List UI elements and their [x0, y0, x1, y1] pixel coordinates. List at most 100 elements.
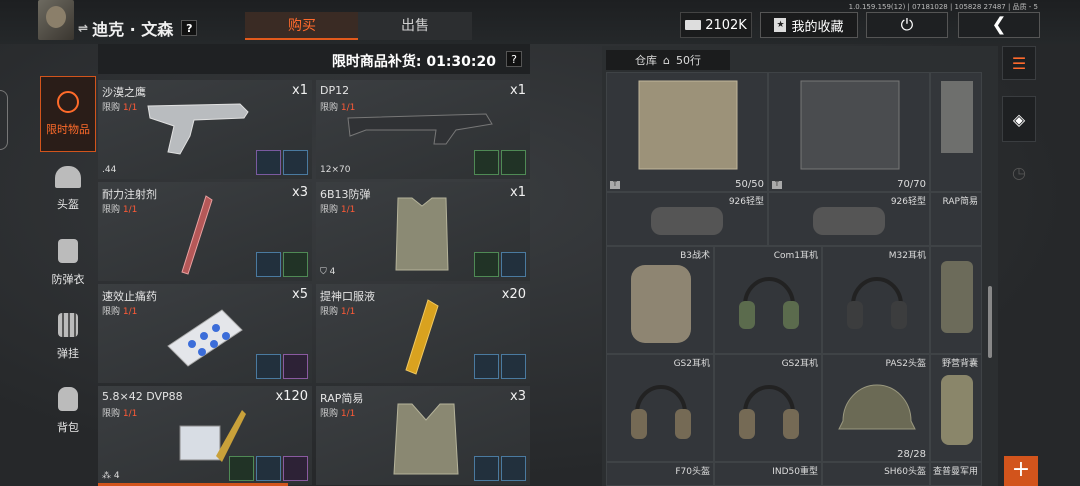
material-slot[interactable] [501, 252, 526, 277]
material-slot[interactable] [501, 150, 526, 175]
item-quantity: x120 [275, 389, 308, 404]
material-slot[interactable] [229, 456, 254, 481]
favorites-button[interactable]: ★ 我的收藏 [760, 12, 858, 38]
limit-value: 1/1 [340, 205, 356, 215]
stash-cell[interactable]: M32耳机 [822, 246, 930, 354]
layers-button[interactable]: ◈ [1002, 96, 1036, 142]
shop-item-card[interactable]: 耐力注射剂 限购 1/1 x3 [98, 182, 312, 281]
purchase-limit: 限购 1/1 [320, 202, 355, 215]
shotgun-icon [347, 113, 493, 145]
cell-label: PAS2头盔 [885, 359, 926, 369]
cell-count: 70/70 [897, 179, 926, 190]
material-slot[interactable] [474, 150, 499, 175]
material-slot[interactable] [474, 456, 499, 481]
shop-item-card[interactable]: 5.8×42 DVP88 限购 1/1 x120 ⁂ 4 [98, 386, 312, 485]
limit-prefix: 限购 [320, 307, 339, 317]
sidebar-item-vest[interactable]: 防弹衣 [40, 226, 96, 300]
item-quantity: x3 [510, 389, 526, 404]
purchase-limit: 限购 1/1 [102, 406, 137, 419]
item-quantity: x1 [510, 185, 526, 200]
tab-buy[interactable]: 购买 [245, 12, 359, 40]
shop-item-card[interactable]: RAP简易 限购 1/1 x3 [316, 386, 530, 485]
limit-value: 1/1 [340, 409, 356, 419]
player-name-text: 迪克 · 文森 [92, 20, 174, 39]
item-caliber: .44 [102, 165, 117, 175]
cell-label: SH60头盔 [884, 467, 926, 477]
cell-label: Com1耳机 [773, 251, 818, 261]
material-slots [474, 252, 526, 277]
stash-cell[interactable] [930, 246, 982, 354]
material-slot[interactable] [256, 252, 281, 277]
material-slot[interactable] [474, 354, 499, 379]
stash-cell[interactable]: GS2耳机 [714, 354, 822, 462]
stash-cell[interactable] [930, 72, 982, 192]
stash-cell[interactable]: IND50重型 [714, 462, 822, 486]
stash-cell[interactable]: 926轻型 [606, 192, 768, 246]
rig-item-icon [941, 81, 973, 153]
material-slot[interactable] [256, 150, 281, 175]
shop-item-card[interactable]: 沙漠之鹰 限购 1/1 x1 .44 [98, 80, 312, 179]
limit-value: 1/1 [122, 307, 138, 317]
stash-cell[interactable]: 926轻型 [768, 192, 930, 246]
side-handle[interactable] [0, 90, 8, 150]
helmet-icon [55, 166, 81, 188]
pistol-icon [147, 103, 249, 155]
power-button[interactable]: ⏻ [866, 12, 948, 38]
cell-label: F70头盔 [675, 467, 710, 477]
sidebar-item-rig[interactable]: 弹挂 [40, 300, 96, 374]
stash-cell[interactable]: SH60头盔 [822, 462, 930, 486]
stash-cell[interactable]: T 50/50 [606, 72, 768, 192]
stash-cell[interactable]: F70头盔 [606, 462, 714, 486]
add-button[interactable]: + [1004, 456, 1038, 486]
shop-item-card[interactable]: 速效止痛药 限购 1/1 x5 [98, 284, 312, 383]
sidebar-item-label: 防弹衣 [51, 273, 85, 286]
help-icon[interactable]: ? [181, 20, 198, 36]
material-slot[interactable] [501, 354, 526, 379]
material-slots [474, 150, 526, 175]
sidebar-item-label: 弹挂 [57, 347, 79, 360]
stash-cell[interactable]: 野营背囊 [930, 354, 982, 462]
limit-prefix: 限购 [320, 205, 339, 215]
stash-cell[interactable]: PAS2头盔 28/28 [822, 354, 930, 462]
stash-scrollbar[interactable] [988, 286, 992, 358]
sidebar-item-helmet[interactable]: 头盔 [40, 152, 96, 226]
material-slot[interactable] [283, 456, 308, 481]
shop-item-card[interactable]: 提神口服液 限购 1/1 x20 [316, 284, 530, 383]
tag-icon: T [772, 181, 782, 189]
limit-value: 1/1 [122, 409, 138, 419]
avatar[interactable] [38, 0, 74, 40]
restock-help-icon[interactable]: ? [506, 51, 522, 67]
material-slot[interactable] [283, 150, 308, 175]
material-slot[interactable] [283, 252, 308, 277]
material-slot[interactable] [256, 354, 281, 379]
sidebar-item-limited[interactable]: 限时物品 [40, 76, 96, 152]
headset-icon [739, 277, 799, 329]
shop-item-card[interactable]: 6B13防弹 限购 1/1 x1 ⛉ 4 [316, 182, 530, 281]
stash-cell[interactable]: 查普曼军用 [930, 462, 982, 486]
stash-cell[interactable]: B3战术 [606, 246, 714, 354]
back-button[interactable]: ❮ [958, 12, 1040, 38]
item-caliber: 12×70 [320, 165, 351, 175]
purchase-limit: 限购 1/1 [320, 406, 355, 419]
layers-icon: ◈ [1012, 110, 1026, 129]
material-slot[interactable] [256, 456, 281, 481]
limit-value: 1/1 [122, 103, 138, 113]
material-slot[interactable] [283, 354, 308, 379]
sort-stack-button[interactable]: ☰ [1002, 46, 1036, 80]
item-name: 耐力注射剂 [102, 188, 157, 201]
shop-item-card[interactable]: DP12 限购 1/1 x1 12×70 [316, 80, 530, 179]
item-quantity: x1 [510, 83, 526, 98]
stash-cell[interactable]: Com1耳机 [714, 246, 822, 354]
stash-cell[interactable]: T 70/70 [768, 72, 930, 192]
material-slot[interactable] [501, 456, 526, 481]
stash-cell[interactable]: RAP简易 [930, 192, 982, 246]
stash-header[interactable]: 仓库 ⌂ 50行 [606, 50, 730, 70]
armor-icon [800, 80, 900, 170]
sidebar-item-backpack[interactable]: 背包 [40, 374, 96, 448]
stash-cell[interactable]: GS2耳机 [606, 354, 714, 462]
tab-sell[interactable]: 出售 [358, 12, 472, 40]
purchase-limit: 限购 1/1 [102, 202, 137, 215]
material-slot[interactable] [474, 252, 499, 277]
sidebar-item-label: 背包 [57, 421, 79, 434]
plus-icon: + [1011, 457, 1031, 482]
